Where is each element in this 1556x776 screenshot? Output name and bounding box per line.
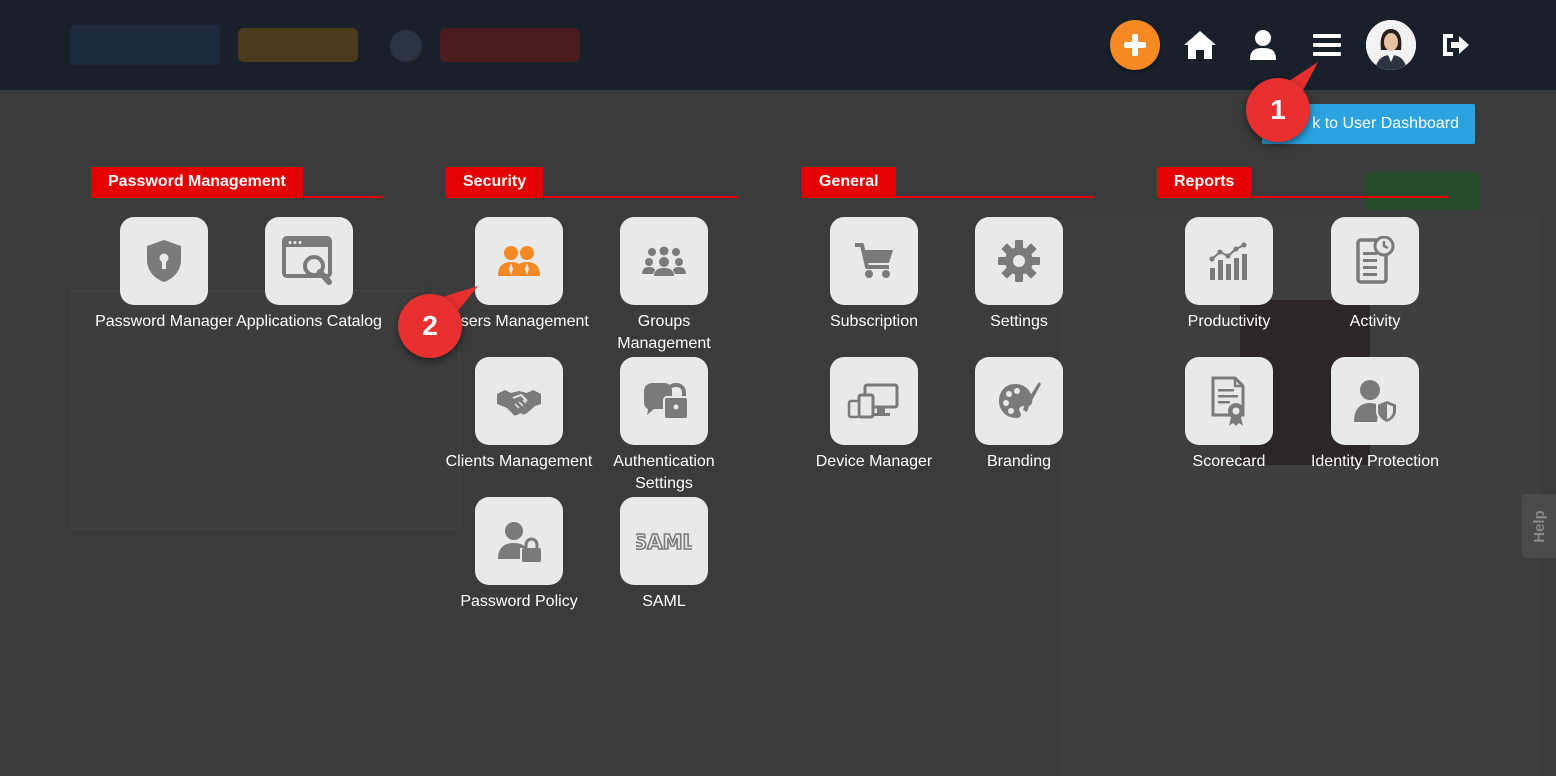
tile-label: Settings bbox=[990, 313, 1048, 330]
help-tab[interactable]: Help bbox=[1522, 494, 1556, 558]
section-header: Password Management bbox=[91, 167, 383, 198]
bar-chart-icon bbox=[1185, 217, 1273, 305]
section-title: Reports bbox=[1157, 167, 1252, 196]
palette-icon bbox=[975, 357, 1063, 445]
section-header: General bbox=[802, 167, 1094, 198]
tile-label: Subscription bbox=[829, 313, 919, 330]
groups-icon bbox=[620, 217, 708, 305]
tile-activity[interactable]: Activity bbox=[1300, 217, 1450, 333]
tile-branding[interactable]: Branding bbox=[944, 357, 1094, 473]
tile-clients-management[interactable]: Clients Management bbox=[444, 357, 594, 473]
tile-password-policy[interactable]: Password Policy bbox=[444, 497, 594, 613]
section-reports: Reports Productivity Activity Scorecard … bbox=[1157, 167, 1449, 470]
tile-users-management[interactable]: Users Management bbox=[444, 217, 594, 333]
add-button[interactable] bbox=[1110, 20, 1160, 70]
section-header: Security bbox=[446, 167, 738, 198]
tile-identity-protection[interactable]: Identity Protection bbox=[1300, 357, 1450, 473]
tile-label: Activity bbox=[1349, 313, 1401, 330]
callout-badge-2: 2 bbox=[398, 294, 462, 358]
callout-badge-1: 1 bbox=[1246, 78, 1310, 142]
tile-label: Device Manager bbox=[815, 453, 933, 470]
users-icon bbox=[475, 217, 563, 305]
tile-authentication-settings[interactable]: Authentication Settings bbox=[589, 357, 739, 495]
home-icon[interactable] bbox=[1175, 20, 1225, 70]
tile-label: Identity Protection bbox=[1310, 453, 1440, 470]
activity-doc-icon bbox=[1331, 217, 1419, 305]
tile-label: Users Management bbox=[449, 313, 589, 330]
tile-device-manager[interactable]: Device Manager bbox=[799, 357, 949, 473]
tile-label: Productivity bbox=[1187, 313, 1271, 330]
app-search-icon bbox=[265, 217, 353, 305]
background-pill bbox=[390, 30, 422, 62]
tile-label: Scorecard bbox=[1192, 453, 1266, 470]
tile-productivity[interactable]: Productivity bbox=[1154, 217, 1304, 333]
tile-label: Groups Management bbox=[617, 313, 711, 352]
saml-icon: SAML bbox=[620, 497, 708, 585]
identity-shield-icon bbox=[1331, 357, 1419, 445]
tile-settings[interactable]: Settings bbox=[944, 217, 1094, 333]
tile-label: Authentication Settings bbox=[613, 453, 715, 492]
devices-icon bbox=[830, 357, 918, 445]
tile-label: Clients Management bbox=[445, 453, 593, 470]
help-label: Help bbox=[1530, 509, 1548, 543]
section-title: Security bbox=[446, 167, 544, 196]
background-pill bbox=[440, 28, 580, 62]
tile-label: Password Policy bbox=[460, 593, 578, 610]
tile-scorecard[interactable]: Scorecard bbox=[1154, 357, 1304, 473]
shield-lock-icon bbox=[120, 217, 208, 305]
section-header: Reports bbox=[1157, 167, 1449, 198]
tile-label: SAML bbox=[642, 593, 686, 610]
background-pill bbox=[238, 28, 358, 62]
avatar[interactable] bbox=[1366, 20, 1416, 70]
cart-icon bbox=[830, 217, 918, 305]
section-security: Security Users Management Groups Managem… bbox=[446, 167, 738, 610]
handshake-icon bbox=[475, 357, 563, 445]
tile-label: Applications Catalog bbox=[236, 313, 382, 330]
lock-chat-icon bbox=[620, 357, 708, 445]
tile-saml[interactable]: SAML SAML bbox=[589, 497, 739, 613]
section-password-management: Password Management Password Manager App… bbox=[91, 167, 383, 330]
section-title: General bbox=[802, 167, 896, 196]
background-logo bbox=[70, 25, 220, 65]
tile-password-manager[interactable]: Password Manager bbox=[89, 217, 239, 333]
logout-icon[interactable] bbox=[1430, 20, 1480, 70]
plus-icon bbox=[1110, 20, 1160, 70]
tile-groups-management[interactable]: Groups Management bbox=[589, 217, 739, 355]
user-icon[interactable] bbox=[1238, 20, 1288, 70]
certificate-icon bbox=[1185, 357, 1273, 445]
section-general: General Subscription Settings Device Man… bbox=[802, 167, 1094, 470]
tile-subscription[interactable]: Subscription bbox=[799, 217, 949, 333]
gear-icon bbox=[975, 217, 1063, 305]
user-lock-icon bbox=[475, 497, 563, 585]
svg-text:SAML: SAML bbox=[636, 530, 692, 554]
tile-applications-catalog[interactable]: Applications Catalog bbox=[234, 217, 384, 333]
tile-label: Branding bbox=[986, 453, 1052, 470]
tile-label: Password Manager bbox=[95, 313, 233, 330]
menu-icon[interactable] bbox=[1302, 20, 1352, 70]
section-title: Password Management bbox=[91, 167, 303, 196]
